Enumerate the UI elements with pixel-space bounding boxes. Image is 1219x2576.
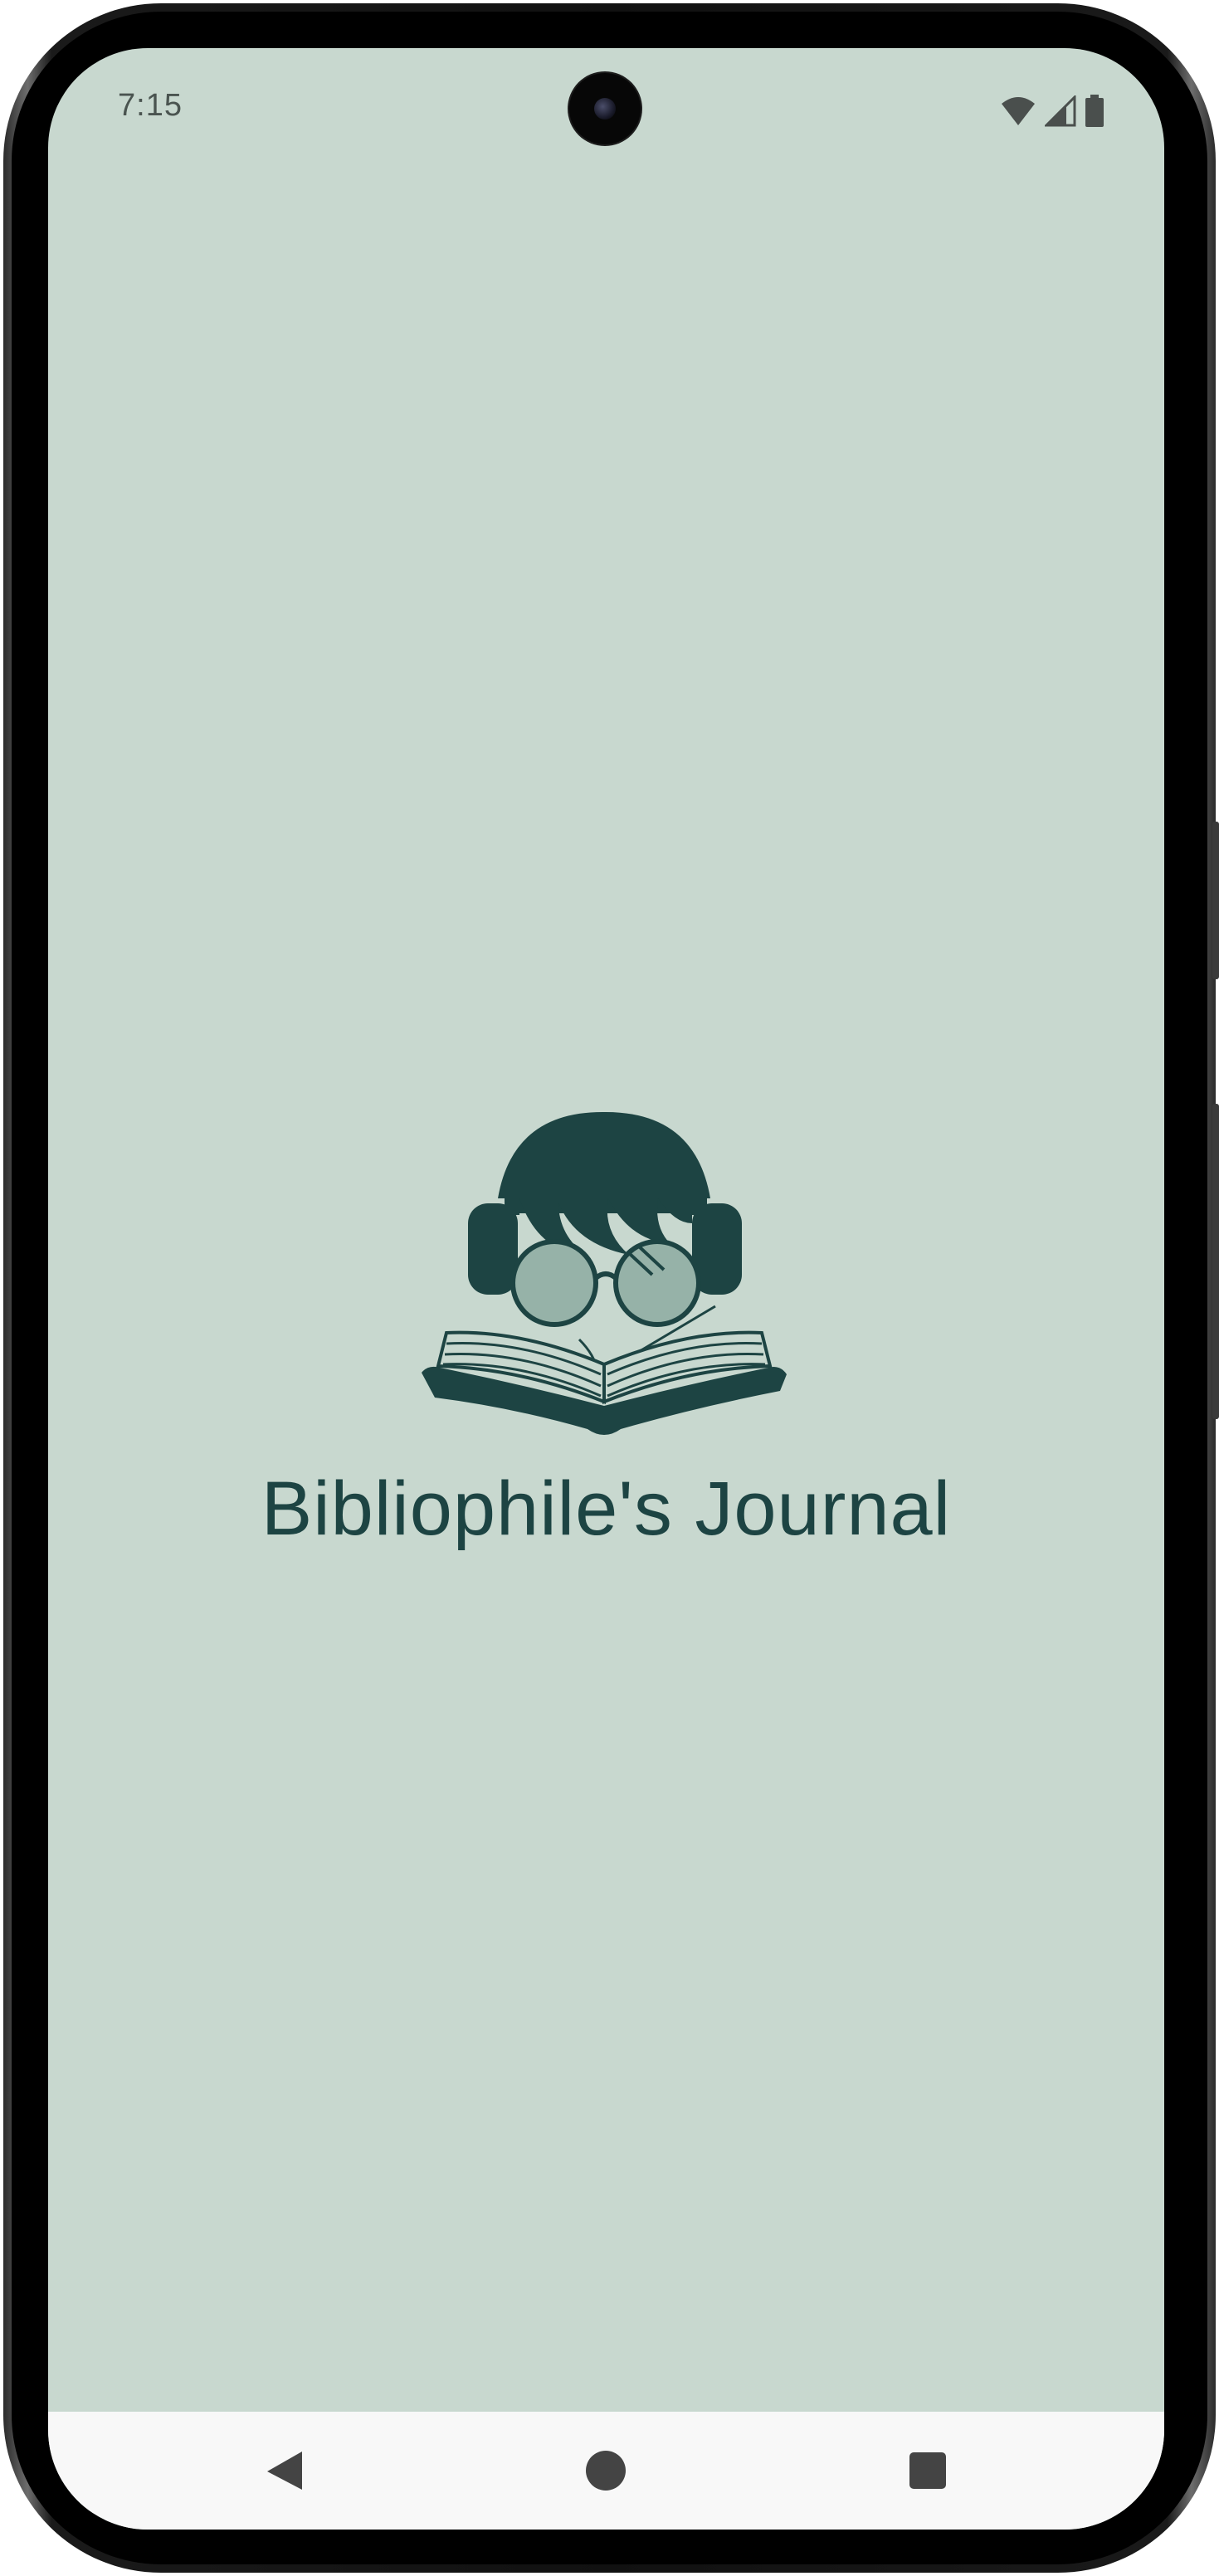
recents-icon[interactable] — [903, 2445, 953, 2495]
screen: 7:15 Bibliophile's Journal — [48, 48, 1164, 2530]
wifi-icon — [1002, 97, 1035, 125]
home-icon[interactable] — [581, 2445, 631, 2495]
power-button — [1212, 822, 1219, 979]
status-time: 7:15 — [118, 88, 183, 123]
status-icons — [1000, 93, 1104, 129]
front-camera — [569, 73, 641, 144]
volume-button — [1212, 1104, 1219, 1419]
app-title: Bibliophile's Journal — [261, 1466, 952, 1551]
cellular-signal-icon — [1045, 95, 1076, 127]
status-bar: 7:15 — [48, 48, 1164, 164]
back-icon[interactable] — [261, 2445, 310, 2495]
app-logo — [422, 1066, 803, 1464]
reader-logo-icon — [422, 1111, 787, 1435]
phone-device: 7:15 Bibliophile's Journal — [0, 0, 1219, 2576]
navigation-bar — [48, 2412, 1164, 2530]
battery-icon — [1085, 95, 1104, 127]
